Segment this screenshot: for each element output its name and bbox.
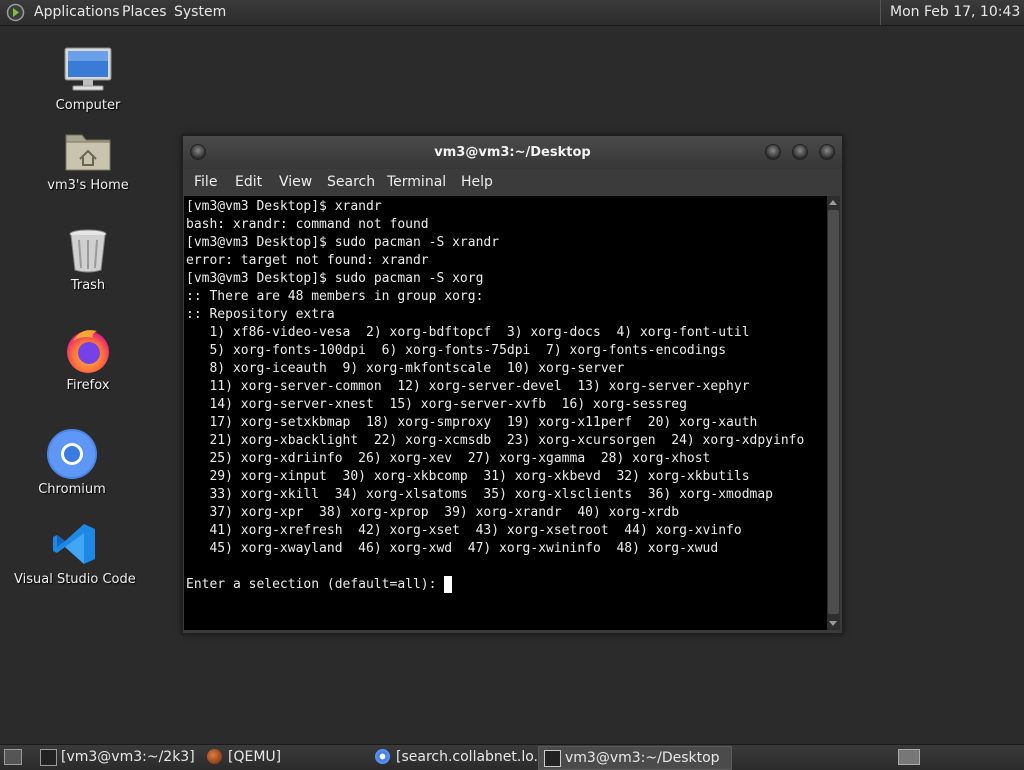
terminal-output: [vm3@vm3 Desktop]$ xrandr bash: xrandr: … bbox=[186, 199, 805, 556]
menu-applications[interactable]: Applications bbox=[34, 0, 120, 25]
desktop-icon-firefox[interactable]: Firefox bbox=[28, 324, 148, 393]
scroll-down-arrow-icon[interactable] bbox=[829, 621, 837, 626]
menu-help[interactable]: Help bbox=[461, 169, 493, 195]
terminal-prompt: Enter a selection (default=all): bbox=[186, 577, 445, 592]
qemu-icon bbox=[207, 749, 222, 764]
clock: Mon Feb 17, 10:43 PM bbox=[890, 4, 1024, 20]
desktop-icon-chromium[interactable]: Chromium bbox=[12, 428, 132, 497]
window-titlebar[interactable]: vm3@vm3:~/Desktop bbox=[183, 136, 842, 169]
top-panel: Applications Places System Mon Feb 17, 1… bbox=[0, 0, 1024, 26]
terminal-window[interactable]: vm3@vm3:~/Desktop File Edit View Search … bbox=[182, 135, 843, 634]
menu-view[interactable]: View bbox=[279, 169, 312, 195]
maximize-button[interactable] bbox=[792, 144, 808, 160]
taskbar-item-qemu[interactable]: [QEMU] bbox=[202, 746, 388, 768]
desktop-icon-vscode[interactable]: Visual Studio Code bbox=[14, 518, 136, 587]
taskbar-item-label: [vm3@vm3:~/2k3] bbox=[61, 749, 195, 765]
taskbar-item-label: vm3@vm3:~/Desktop bbox=[565, 750, 720, 766]
terminal-icon bbox=[40, 749, 57, 766]
desktop-icon-label: Visual Studio Code bbox=[14, 572, 136, 587]
desktop-icon-label: Trash bbox=[70, 278, 106, 293]
desktop-icon-label: Chromium bbox=[38, 482, 106, 497]
taskbar-item-chromium[interactable]: [search.collabnet.lo... bbox=[370, 746, 558, 768]
home-folder-icon bbox=[60, 124, 116, 176]
terminal-output-area[interactable]: [vm3@vm3 Desktop]$ xrandr bash: xrandr: … bbox=[184, 196, 827, 630]
scrollbar-thumb[interactable] bbox=[828, 210, 839, 614]
window-title: vm3@vm3:~/Desktop bbox=[434, 145, 591, 160]
clock-applet[interactable]: Mon Feb 17, 10:43 PM bbox=[880, 0, 1024, 25]
terminal-text: [vm3@vm3 Desktop]$ xrandr bash: xrandr: … bbox=[184, 196, 827, 594]
menu-search[interactable]: Search bbox=[327, 169, 375, 195]
menu-file[interactable]: File bbox=[194, 169, 217, 195]
taskbar-item-label: [QEMU] bbox=[228, 749, 282, 765]
desktop-icon-trash[interactable]: Trash bbox=[28, 224, 148, 293]
workspace-switcher-icon[interactable] bbox=[898, 749, 920, 765]
close-button[interactable] bbox=[819, 144, 835, 160]
show-desktop-icon[interactable] bbox=[4, 749, 22, 765]
minimize-button[interactable] bbox=[765, 144, 781, 160]
taskbar-item-terminal-desktop[interactable]: vm3@vm3:~/Desktop bbox=[538, 746, 732, 770]
bottom-panel: [vm3@vm3:~/2k3] [QEMU] [search.collabnet… bbox=[0, 744, 1024, 770]
desktop-icon-label: vm3's Home bbox=[47, 178, 129, 193]
text-cursor bbox=[444, 576, 453, 593]
desktop-icon-computer[interactable]: Computer bbox=[28, 44, 148, 113]
desktop-icon-label: Firefox bbox=[66, 378, 110, 393]
chromium-icon bbox=[375, 749, 390, 764]
menu-places[interactable]: Places bbox=[122, 0, 167, 25]
taskbar-item-terminal-2k3[interactable]: [vm3@vm3:~/2k3] bbox=[35, 746, 221, 768]
desktop-icon-label: Computer bbox=[55, 98, 121, 113]
terminal-scrollbar[interactable] bbox=[827, 196, 840, 630]
trash-icon bbox=[60, 224, 116, 276]
chromium-icon bbox=[44, 428, 100, 480]
firefox-icon bbox=[60, 324, 116, 376]
terminal-menubar: File Edit View Search Terminal Help bbox=[183, 169, 842, 195]
desktop-icon-home[interactable]: vm3's Home bbox=[28, 124, 148, 193]
menu-system[interactable]: System bbox=[174, 0, 226, 25]
menu-edit[interactable]: Edit bbox=[235, 169, 262, 195]
menu-terminal[interactable]: Terminal bbox=[387, 169, 446, 195]
applications-logo-icon[interactable] bbox=[6, 3, 25, 22]
terminal-icon bbox=[544, 750, 561, 767]
scroll-up-arrow-icon[interactable] bbox=[829, 200, 837, 205]
computer-icon bbox=[60, 44, 116, 96]
vscode-icon bbox=[46, 518, 102, 570]
taskbar-item-label: [search.collabnet.lo... bbox=[396, 749, 547, 765]
